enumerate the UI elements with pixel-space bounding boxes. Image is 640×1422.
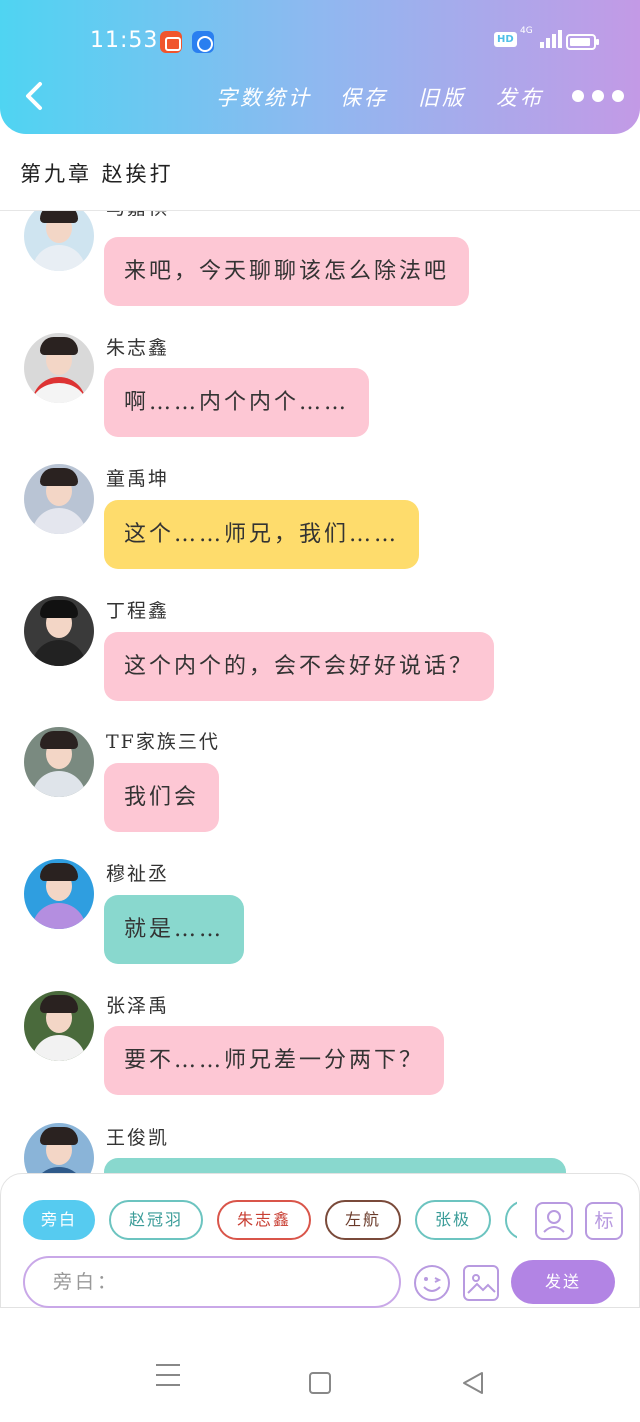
avatar[interactable] [24,596,94,666]
chat-message[interactable]: 王俊凯 [0,1123,640,1173]
message-bubble[interactable]: 就是…… [104,895,245,964]
role-chip[interactable]: 张极 [415,1200,491,1240]
role-chip[interactable]: 左航 [325,1200,401,1240]
notification-app-icon [160,31,182,53]
network-label: 4G [520,26,533,36]
composer-panel: 旁白 赵冠羽 朱志鑫 左航 张极 标 旁白： 发送 [0,1173,640,1308]
battery-icon [566,34,599,50]
message-bubble[interactable]: 我们会 [104,763,220,832]
role-chip[interactable] [505,1200,517,1240]
avatar[interactable] [24,859,94,929]
image-icon[interactable] [463,1265,499,1301]
sender-name: 马嘉祺 [106,211,169,220]
sender-name: TF家族三代 [106,731,220,753]
back-icon[interactable] [18,78,54,114]
hd-badge: HD [494,32,517,47]
mark-button[interactable]: 标 [585,1202,623,1240]
avatar[interactable] [24,464,94,534]
more-dots-icon[interactable] [568,88,628,104]
chat-message[interactable]: 童禹坤 这个……师兄，我们…… [0,464,640,596]
character-icon[interactable] [535,1202,573,1240]
avatar[interactable] [24,333,94,403]
home-icon[interactable] [309,1372,331,1394]
chat-list[interactable]: 马嘉祺 来吧，今天聊聊该怎么除法吧 朱志鑫 啊……内个内个…… 童禹坤 这个……… [0,211,640,1173]
role-chip-narration[interactable]: 旁白 [23,1200,95,1240]
notification-browser-icon [192,31,214,53]
chat-message[interactable]: TF家族三代 我们会 [0,727,640,859]
sender-name: 穆祉丞 [106,863,170,885]
app-header: 11:53 HD 4G 字数统计 保存 旧版 发布 [0,0,640,134]
back-triangle-icon[interactable] [460,1370,486,1396]
chat-message[interactable]: 张泽禹 要不……师兄差一分两下？ [0,991,640,1123]
status-bar: 11:53 HD 4G [0,22,640,62]
role-chip[interactable]: 赵冠羽 [109,1200,203,1240]
sender-name: 张泽禹 [106,995,170,1017]
message-bubble[interactable]: 这个……师兄，我们…… [104,500,420,569]
status-time: 11:53 [90,28,159,53]
message-bubble[interactable]: 啊……内个内个…… [104,368,370,437]
sender-name: 王俊凯 [106,1127,170,1149]
chat-message[interactable]: 丁程鑫 这个内个的，会不会好好说话？ [0,596,640,728]
nav-bar: 字数统计 保存 旧版 发布 [0,76,640,116]
role-chip-list[interactable]: 旁白 赵冠羽 朱志鑫 左航 张极 [23,1200,517,1242]
chapter-title[interactable]: 第九章 赵挨打 [20,158,174,188]
system-nav-bar [0,1308,640,1422]
role-chip[interactable]: 朱志鑫 [217,1200,311,1240]
publish-button[interactable]: 发布 [496,82,544,112]
message-bubble[interactable]: 这个内个的，会不会好好说话？ [104,632,495,701]
menu-icon[interactable] [156,1364,180,1386]
message-bubble[interactable] [104,1158,566,1173]
save-button[interactable]: 保存 [340,82,388,112]
chat-message[interactable]: 马嘉祺 来吧，今天聊聊该怎么除法吧 [0,211,640,333]
message-input[interactable]: 旁白： [23,1256,401,1308]
message-bubble[interactable]: 来吧，今天聊聊该怎么除法吧 [104,237,470,306]
sender-name: 朱志鑫 [106,337,170,359]
avatar[interactable] [24,211,94,271]
chat-message[interactable]: 穆祉丞 就是…… [0,859,640,991]
word-count-button[interactable]: 字数统计 [216,82,312,112]
avatar[interactable] [24,727,94,797]
avatar[interactable] [24,1123,94,1173]
send-button[interactable]: 发送 [511,1260,615,1304]
chat-message[interactable]: 朱志鑫 啊……内个内个…… [0,333,640,465]
old-version-button[interactable]: 旧版 [418,82,466,112]
emoji-icon[interactable] [413,1264,451,1302]
sender-name: 童禹坤 [106,468,170,490]
sender-name: 丁程鑫 [106,600,170,622]
message-bubble[interactable]: 要不……师兄差一分两下？ [104,1026,445,1095]
avatar[interactable] [24,991,94,1061]
